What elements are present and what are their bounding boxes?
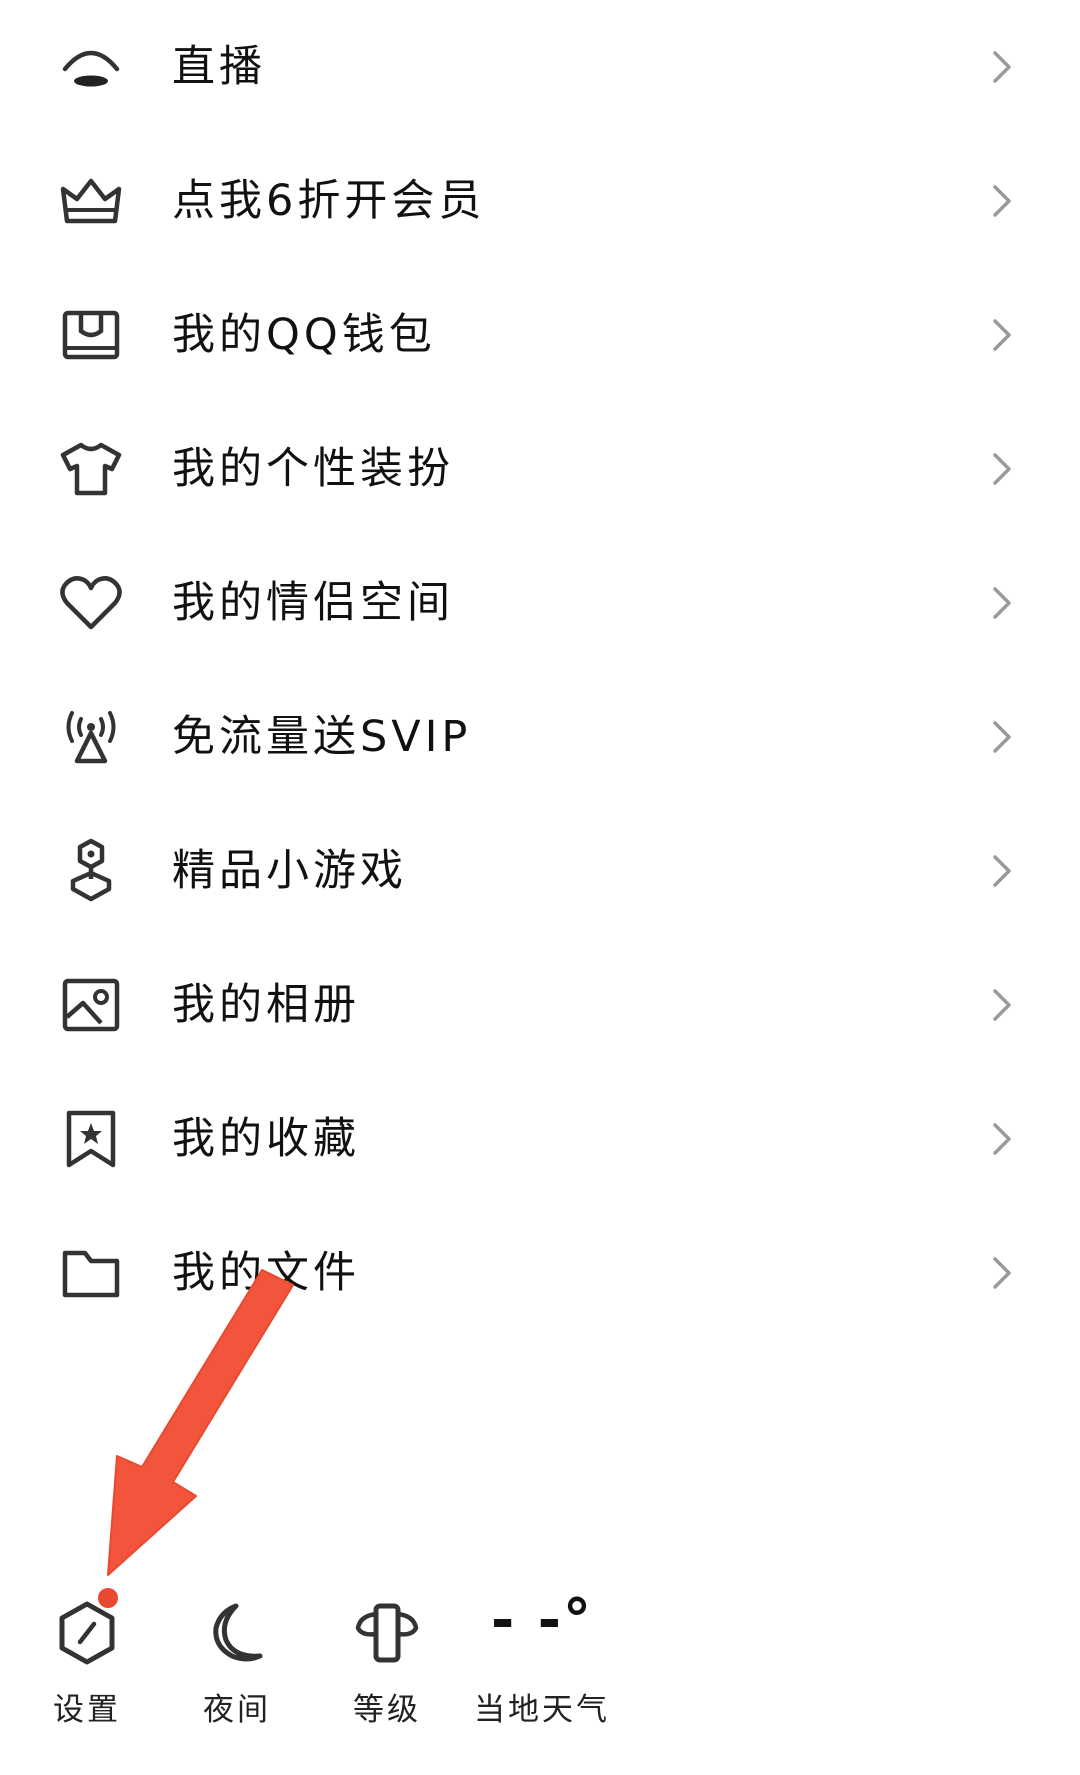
folder-icon	[57, 1239, 125, 1307]
menu-item-free-data[interactable]: 免流量送SVIP	[0, 670, 1080, 804]
chevron-right-icon	[980, 1117, 1024, 1161]
level-button[interactable]: 等级	[312, 1580, 462, 1740]
menu-item-photo-album[interactable]: 我的相册	[0, 938, 1080, 1072]
chevron-right-icon	[980, 1251, 1024, 1295]
chevron-right-icon	[980, 45, 1024, 89]
signal-tower-icon	[57, 703, 125, 771]
wallet-icon	[57, 301, 125, 369]
menu-item-files[interactable]: 我的文件	[0, 1206, 1080, 1340]
menu-label-photo-album: 我的相册	[172, 980, 360, 1030]
menu-label-free-data: 免流量送SVIP	[172, 712, 472, 762]
chevron-right-icon	[980, 581, 1024, 625]
settings-icon	[52, 1598, 122, 1668]
settings-label: 设置	[53, 1692, 121, 1728]
level-label: 等级	[353, 1692, 421, 1728]
weather-button[interactable]: - -° 当地天气	[462, 1580, 622, 1740]
weather-label: 当地天气	[474, 1692, 610, 1728]
menu-item-theme[interactable]: 我的个性装扮	[0, 402, 1080, 536]
menu-item-favorites[interactable]: 我的收藏	[0, 1072, 1080, 1206]
menu-label-mini-games: 精品小游戏	[172, 846, 407, 896]
shirt-icon	[57, 435, 125, 503]
crown-icon	[57, 167, 125, 235]
menu-label-live: 直播	[172, 42, 266, 92]
bottom-bar: 设置 夜间 等级 - -° 当地天气	[0, 1580, 1080, 1740]
chevron-right-icon	[980, 313, 1024, 357]
night-mode-label: 夜间	[203, 1692, 271, 1728]
night-mode-button[interactable]: 夜间	[162, 1580, 312, 1740]
menu-label-theme: 我的个性装扮	[172, 444, 454, 494]
heart-icon	[57, 569, 125, 637]
menu-label-couple-space: 我的情侣空间	[172, 578, 454, 628]
menu-label-vip: 点我6折开会员	[172, 176, 486, 226]
menu-label-files: 我的文件	[172, 1248, 360, 1298]
game-icon	[57, 837, 125, 905]
menu-item-live[interactable]: 直播	[0, 0, 1080, 134]
chevron-right-icon	[980, 849, 1024, 893]
chevron-right-icon	[980, 715, 1024, 759]
menu-item-mini-games[interactable]: 精品小游戏	[0, 804, 1080, 938]
settings-button[interactable]: 设置	[12, 1580, 162, 1740]
weather-temperature: - -°	[491, 1588, 593, 1653]
moon-icon	[206, 1598, 276, 1668]
live-icon	[57, 33, 125, 101]
menu-label-favorites: 我的收藏	[172, 1114, 360, 1164]
menu-item-couple-space[interactable]: 我的情侣空间	[0, 536, 1080, 670]
bookmark-star-icon	[57, 1105, 125, 1173]
menu-item-wallet[interactable]: 我的QQ钱包	[0, 268, 1080, 402]
level-badge-icon	[352, 1598, 422, 1668]
side-drawer: 直播 点我6折开会员 我的QQ钱包 我的个性装扮 我的情侣空间 免流量送SVIP…	[0, 0, 1080, 1775]
menu-label-wallet: 我的QQ钱包	[172, 310, 436, 360]
photo-album-icon	[57, 971, 125, 1039]
menu-item-vip[interactable]: 点我6折开会员	[0, 134, 1080, 268]
chevron-right-icon	[980, 179, 1024, 223]
chevron-right-icon	[980, 447, 1024, 491]
chevron-right-icon	[980, 983, 1024, 1027]
